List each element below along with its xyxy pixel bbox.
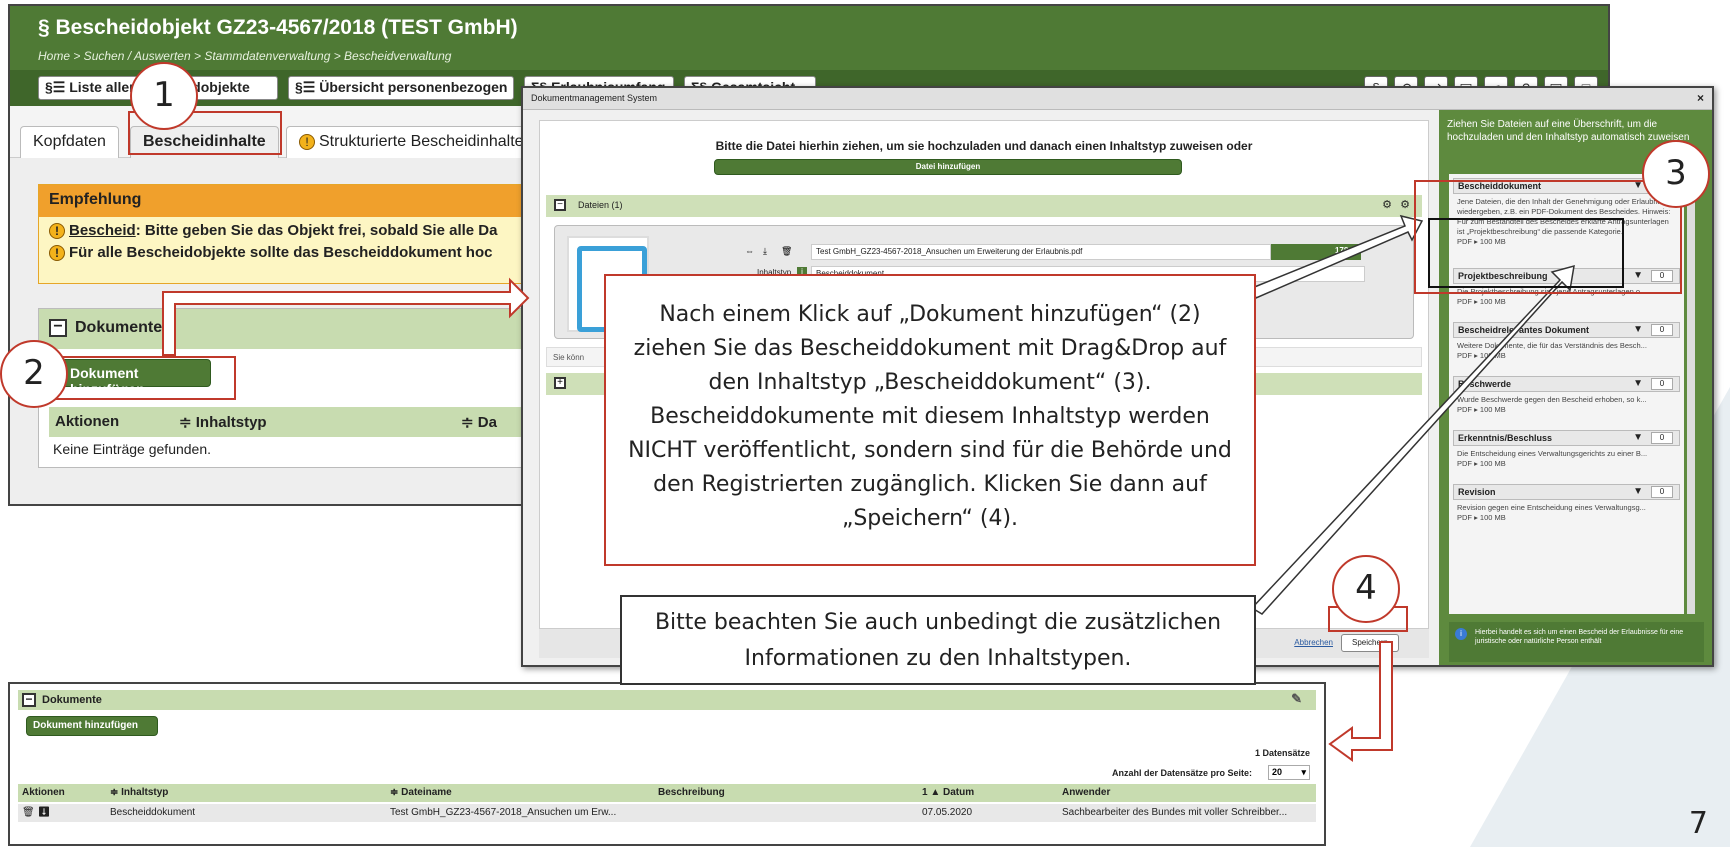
highlight-add-button — [56, 356, 236, 400]
highlight-category-description — [1428, 218, 1624, 288]
step-marker-4: 4 — [1332, 555, 1400, 623]
arrow-to-info — [1250, 264, 1575, 615]
step-marker-1: 1 — [130, 62, 198, 130]
arrow-to-dialog — [162, 277, 530, 356]
arrow-to-bescheiddokument — [1251, 214, 1424, 299]
arrow-to-result — [1328, 641, 1393, 762]
step-marker-2: 2 — [0, 340, 68, 408]
note-callout: Bitte beachten Sie auch unbedingt die zu… — [620, 595, 1256, 685]
step-marker-3: 3 — [1642, 140, 1710, 208]
main-instruction-callout: Nach einem Klick auf „Dokument hinzufüge… — [604, 274, 1256, 566]
